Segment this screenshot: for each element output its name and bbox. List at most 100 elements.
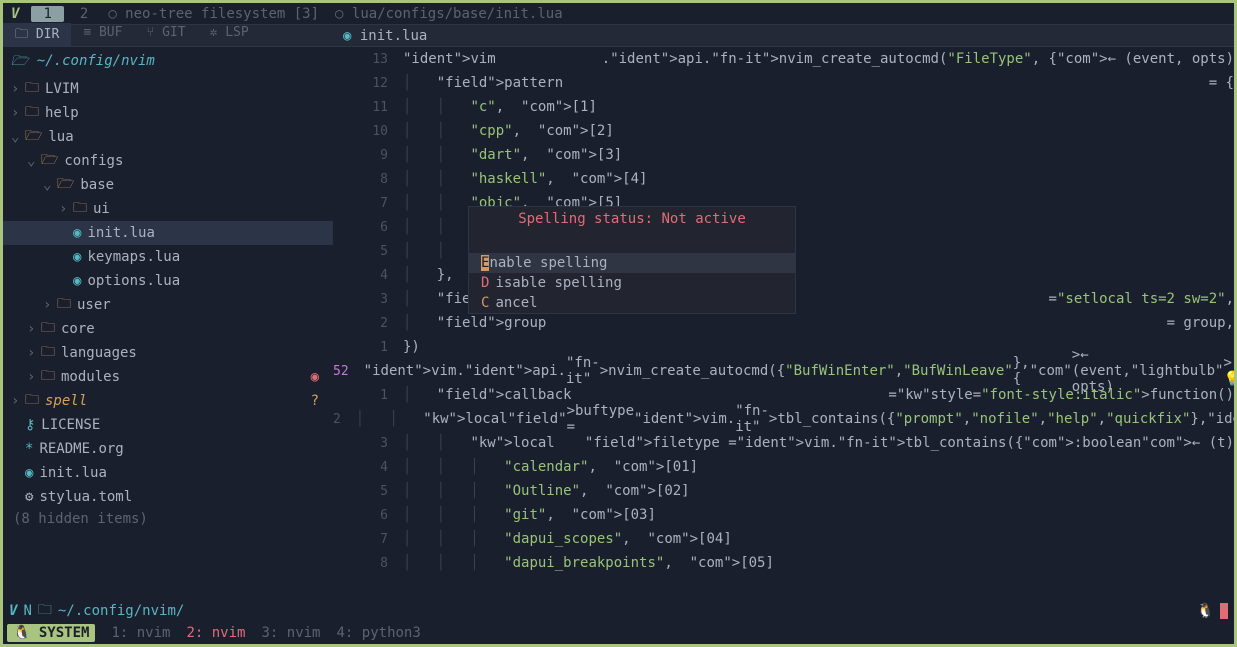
code-line[interactable]: 7│ │ │ "dapui_scopes", "com">[04] <box>333 527 1234 551</box>
line-number: 9 <box>333 148 403 163</box>
tree-item-readme-org[interactable]: *README.org <box>3 437 333 461</box>
file-icon: * <box>25 441 33 457</box>
tree-item-core[interactable]: ›🗀core <box>3 317 333 341</box>
code-line[interactable]: 52"ident">vim."ident">api."fn-it">nvim_c… <box>333 359 1234 383</box>
status-path: ~/.config/nvim/ <box>58 603 184 619</box>
penguin-icon: 🐧 <box>1197 603 1220 619</box>
tmux-window[interactable]: 3: nvim <box>253 625 328 641</box>
tree-item-lvim[interactable]: ›🗀 LVIM <box>3 77 333 101</box>
tree-item-init-lua[interactable]: ◉init.lua <box>3 221 333 245</box>
editor[interactable]: 13"ident">vim."ident">api."fn-it">nvim_c… <box>333 47 1234 600</box>
tree-label: spell <box>45 393 87 409</box>
code-line[interactable]: 10│ │ "cpp", "com">[2] <box>333 119 1234 143</box>
tree-item-user[interactable]: ›🗀user <box>3 293 333 317</box>
code-line[interactable]: 8│ │ │ "dapui_breakpoints", "com">[05] <box>333 551 1234 575</box>
line-number: 4 <box>333 268 403 283</box>
tree-item-help[interactable]: ›🗀 help <box>3 101 333 125</box>
code-line[interactable]: 8│ │ "haskell", "com">[4] <box>333 167 1234 191</box>
file-icon: ◉ <box>73 273 81 289</box>
line-number: 2 <box>333 412 356 427</box>
tree-badge: ? <box>311 393 325 409</box>
tree-label: modules <box>61 369 120 385</box>
tree-label: configs <box>64 153 123 169</box>
line-number: 4 <box>333 460 403 475</box>
chevron-icon: › <box>11 105 25 121</box>
code-line[interactable]: 6│ │ │ "git", "com">[03] <box>333 503 1234 527</box>
chevron-icon: › <box>27 369 41 385</box>
popup-item-nable[interactable]: Enable spelling <box>469 253 795 273</box>
header-dir[interactable]: 🗀 DIR <box>3 23 71 49</box>
folder-icon: 🗀 <box>25 77 39 101</box>
popup-item-ancel[interactable]: Cancel <box>469 293 795 313</box>
code-line[interactable]: 13"ident">vim."ident">api."fn-it">nvim_c… <box>333 47 1234 71</box>
file-icon: ⚷ <box>25 417 35 433</box>
popup-item-label: ancel <box>495 295 537 311</box>
tree-item-lua[interactable]: ⌄🗁lua <box>3 125 333 149</box>
tree-item-modules[interactable]: ›🗀modules◉ <box>3 365 333 389</box>
chevron-icon: › <box>11 81 25 97</box>
code-line[interactable]: 3│ │ "kw">local "field">filetype = "iden… <box>333 431 1234 455</box>
tmux-window[interactable]: 2: nvim <box>178 625 253 641</box>
tree-label: user <box>77 297 111 313</box>
hidden-items: (8 hidden items) <box>3 509 333 529</box>
line-number: 3 <box>333 292 403 307</box>
header-file[interactable]: ◉ init.lua <box>333 26 437 46</box>
tabline-neotree[interactable]: ○ neo-tree filesystem [3] <box>100 6 327 22</box>
tree-item-spell[interactable]: ›🗀spell? <box>3 389 333 413</box>
folder-icon: 🗀 <box>25 101 39 125</box>
code-line[interactable]: 11│ │ "c", "com">[1] <box>333 95 1234 119</box>
popup-item-label: nable spelling <box>489 255 607 271</box>
folder-icon: 🗀 <box>41 341 55 365</box>
sidebar-root[interactable]: 🗁 ~/.config/nvim <box>3 47 333 77</box>
line-number: 3 <box>333 436 403 451</box>
file-icon: ⚙ <box>25 489 33 505</box>
tree-label: ui <box>93 201 110 217</box>
popup-item-isable[interactable]: Disable spelling <box>469 273 795 293</box>
tree-item-options-lua[interactable]: ◉options.lua <box>3 269 333 293</box>
code-line[interactable]: 4│ │ │ "calendar", "com">[01] <box>333 455 1234 479</box>
chevron-icon: › <box>27 345 41 361</box>
code-line[interactable]: 1│ "field">callback = "kw" style="font-s… <box>333 383 1234 407</box>
code-line[interactable]: 2│ │ "kw">local "field">buftype = "ident… <box>333 407 1234 431</box>
statusline: V N 🗀 ~/.config/nvim/ 🐧 <box>3 600 1234 622</box>
tree-item-license[interactable]: ⚷ LICENSE <box>3 413 333 437</box>
line-number: 8 <box>333 172 403 187</box>
tree-item-keymaps-lua[interactable]: ◉keymaps.lua <box>3 245 333 269</box>
tmux-window[interactable]: 1: nvim <box>103 625 178 641</box>
line-number: 1 <box>333 340 403 355</box>
tree-label: LICENSE <box>41 417 100 433</box>
header-buf[interactable]: ≡ BUF <box>71 23 134 49</box>
file-icon: ◉ <box>25 465 33 481</box>
line-number: 8 <box>333 556 403 571</box>
code-line[interactable]: 5│ │ │ "Outline", "com">[02] <box>333 479 1234 503</box>
tree-label: LVIM <box>45 81 79 97</box>
tab-2[interactable]: 2 <box>68 6 100 22</box>
tmux-window[interactable]: 4: python3 <box>329 625 429 641</box>
folder-icon: 🗀 <box>41 365 55 389</box>
code-line[interactable]: 12│ "field">pattern = { <box>333 71 1234 95</box>
header-lsp[interactable]: ✲ LSP <box>198 23 261 49</box>
status-folder-icon: 🗀 <box>38 599 58 623</box>
tab-1[interactable]: 1 <box>31 6 63 22</box>
tree-item-init-lua[interactable]: ◉init.lua <box>3 461 333 485</box>
header-git[interactable]: ⑂ GIT <box>134 23 197 49</box>
tmux-system[interactable]: 🐧 SYSTEM <box>7 624 95 642</box>
tabline-filepath[interactable]: ○ lua/configs/base/init.lua <box>327 6 571 22</box>
folder-icon: 🗀 <box>57 293 71 317</box>
tree-item-configs[interactable]: ⌄🗁configs <box>3 149 333 173</box>
popup-title: Spelling status: Not active <box>469 207 795 231</box>
chevron-icon: › <box>59 201 73 217</box>
status-mode: V <box>9 603 23 619</box>
tree-item-languages[interactable]: ›🗀languages <box>3 341 333 365</box>
folder-icon: 🗀 <box>41 317 55 341</box>
tree-label: lua <box>48 129 73 145</box>
line-number: 5 <box>333 484 403 499</box>
tree-item-base[interactable]: ⌄🗁base <box>3 173 333 197</box>
line-number: 13 <box>333 52 403 67</box>
tree-label: help <box>45 105 79 121</box>
tree-label: core <box>61 321 95 337</box>
code-line[interactable]: 9│ │ "dart", "com">[3] <box>333 143 1234 167</box>
tree-item-ui[interactable]: ›🗀ui <box>3 197 333 221</box>
code-line[interactable]: 2│ "field">group = group, <box>333 311 1234 335</box>
tree-item-stylua-toml[interactable]: ⚙stylua.toml <box>3 485 333 509</box>
